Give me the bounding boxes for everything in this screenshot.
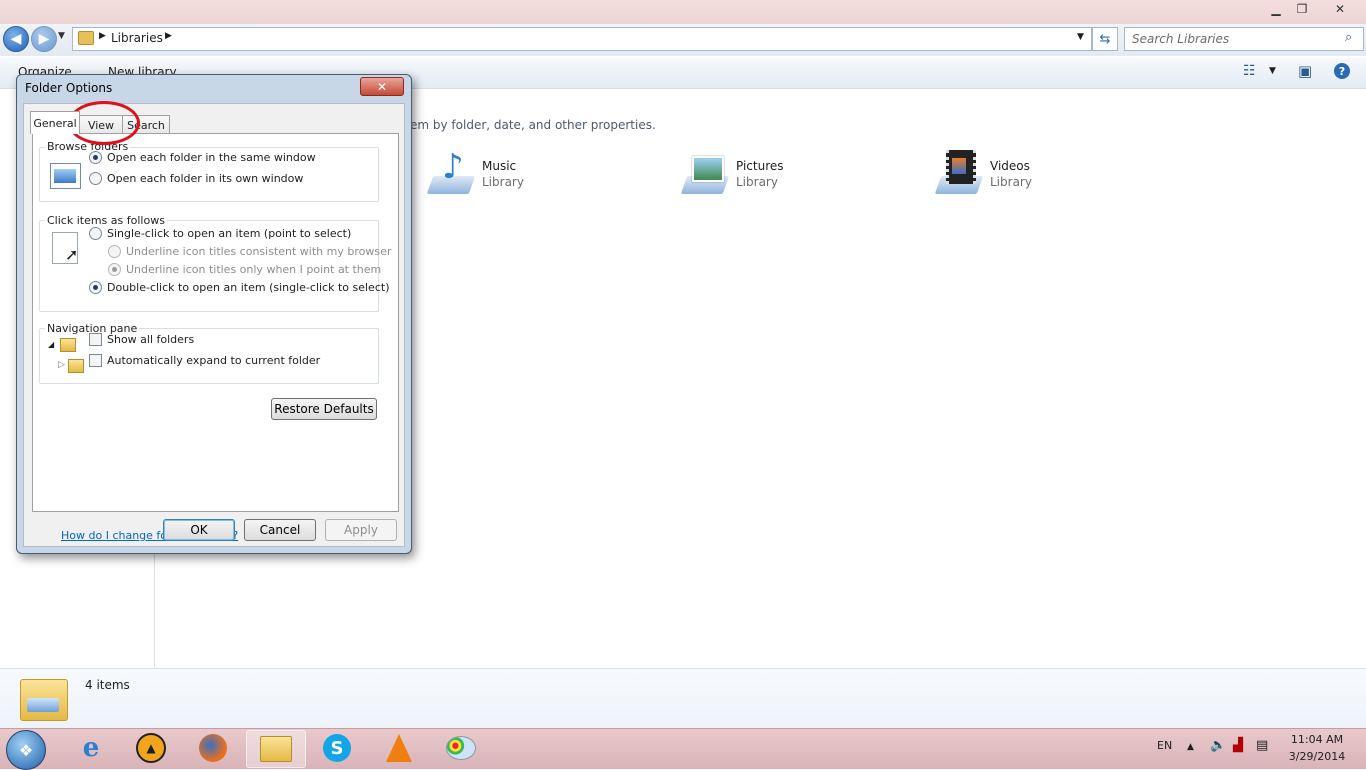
- address-dropdown-icon[interactable]: ▼: [1077, 32, 1084, 42]
- library-type: Library: [736, 175, 778, 189]
- library-name: Pictures: [736, 159, 784, 173]
- show-hidden-icons-icon[interactable]: ▲: [1187, 742, 1194, 752]
- collapsed-arrow-icon: ▷: [58, 360, 65, 370]
- address-bar[interactable]: ▶ Libraries ▶ ▼: [72, 27, 1092, 51]
- libraries-folder-icon: [20, 679, 68, 721]
- radio-button[interactable]: [108, 263, 121, 276]
- refresh-icon[interactable]: ⇆: [1092, 27, 1118, 51]
- libraries-folder-icon: [78, 31, 94, 45]
- folder-options-dialog: Folder Options ✕ General View Search Bro…: [16, 74, 412, 554]
- clock-date[interactable]: 3/29/2014: [1288, 750, 1346, 763]
- folder-icon: [68, 359, 84, 373]
- power-icon[interactable]: ▤: [1256, 738, 1268, 753]
- library-type: Library: [482, 175, 524, 189]
- option-show-all-folders[interactable]: Show all folders: [89, 333, 194, 346]
- help-icon[interactable]: ?: [1334, 63, 1350, 79]
- internet-explorer-icon[interactable]: e: [62, 730, 120, 766]
- cancel-button[interactable]: Cancel: [244, 519, 316, 541]
- radio-button[interactable]: [89, 151, 102, 164]
- window-titlebar: [0, 0, 1366, 24]
- aimp-player-icon[interactable]: ▲: [122, 730, 180, 766]
- expanded-arrow-icon: ◢: [48, 340, 55, 349]
- option-underline-point[interactable]: Underline icon titles only when I point …: [108, 263, 381, 276]
- recent-pages-chevron-icon[interactable]: ▼: [58, 31, 65, 41]
- close-icon[interactable]: ✕: [360, 77, 404, 96]
- radio-button[interactable]: [89, 281, 102, 294]
- checkbox[interactable]: [89, 354, 102, 367]
- apply-button[interactable]: Apply: [325, 519, 397, 541]
- library-videos[interactable]: Videos Library: [934, 150, 1032, 196]
- checkbox[interactable]: [89, 333, 102, 346]
- option-double-click[interactable]: Double-click to open an item (single-cli…: [89, 281, 389, 294]
- maximize-button[interactable]: ❐: [1288, 0, 1316, 18]
- minimize-button[interactable]: ▁: [1262, 0, 1290, 18]
- music-library-icon: ♪: [426, 150, 476, 196]
- option-auto-expand[interactable]: Automatically expand to current folder: [89, 354, 320, 367]
- breadcrumb[interactable]: Libraries: [111, 31, 163, 45]
- vlc-player-icon[interactable]: [370, 730, 428, 766]
- ok-button[interactable]: OK: [163, 519, 235, 541]
- folder-icon: [60, 338, 76, 352]
- radio-button[interactable]: [89, 227, 102, 240]
- browse-window-icon: [50, 163, 81, 189]
- language-indicator[interactable]: EN: [1157, 739, 1172, 752]
- option-single-click[interactable]: Single-click to open an item (point to s…: [89, 227, 351, 240]
- search-box[interactable]: Search Libraries ⌕: [1124, 27, 1364, 51]
- skype-icon[interactable]: S: [308, 730, 366, 766]
- tab-general[interactable]: General: [30, 111, 80, 134]
- search-input[interactable]: Search Libraries: [1132, 32, 1229, 46]
- change-view-icon[interactable]: ☷: [1243, 63, 1256, 79]
- library-name: Videos: [990, 159, 1030, 173]
- windows-explorer-icon[interactable]: [246, 730, 306, 768]
- volume-icon[interactable]: 🔈: [1210, 738, 1226, 753]
- radio-button[interactable]: [108, 245, 121, 258]
- status-bar: 4 items: [0, 668, 1366, 729]
- view-options-chevron-icon[interactable]: ▼: [1269, 66, 1276, 76]
- pictures-library-icon: [680, 150, 730, 196]
- dialog-body: General View Search Browse folders Open …: [23, 103, 405, 547]
- breadcrumb-arrow-icon[interactable]: ▶: [165, 31, 172, 41]
- restore-defaults-button[interactable]: Restore Defaults: [271, 398, 377, 420]
- back-arrow-icon[interactable]: ◀: [3, 26, 29, 52]
- radio-button[interactable]: [89, 172, 102, 185]
- option-same-window[interactable]: Open each folder in the same window: [89, 151, 316, 164]
- breadcrumb-arrow-icon[interactable]: ▶: [99, 31, 106, 41]
- search-icon[interactable]: ⌕: [1345, 30, 1352, 45]
- option-own-window[interactable]: Open each folder in its own window: [89, 172, 303, 185]
- item-count: 4 items: [85, 678, 130, 692]
- start-button[interactable]: ❖: [6, 730, 46, 770]
- library-type: Library: [990, 175, 1032, 189]
- dialog-title: Folder Options: [25, 81, 113, 95]
- tab-panel-general: Browse folders Open each folder in the s…: [32, 133, 399, 542]
- network-icon[interactable]: ▟: [1233, 738, 1243, 753]
- library-pictures[interactable]: Pictures Library: [680, 150, 784, 196]
- option-underline-browser[interactable]: Underline icon titles consistent with my…: [108, 245, 391, 258]
- library-music[interactable]: ♪ Music Library: [426, 150, 524, 196]
- paint-icon[interactable]: [432, 730, 490, 766]
- close-window-button[interactable]: ✕: [1318, 0, 1362, 18]
- library-name: Music: [482, 159, 517, 173]
- group-title: Click items as follows: [45, 214, 167, 227]
- videos-library-icon: [934, 150, 984, 196]
- cursor-document-icon: ➚: [52, 232, 78, 264]
- libraries-description: em by folder, date, and other properties…: [410, 118, 656, 132]
- firefox-icon[interactable]: [184, 730, 242, 766]
- preview-pane-icon[interactable]: ▣: [1298, 62, 1312, 80]
- forward-arrow-icon[interactable]: ▶: [31, 26, 57, 52]
- clock-time[interactable]: 11:04 AM: [1290, 733, 1344, 746]
